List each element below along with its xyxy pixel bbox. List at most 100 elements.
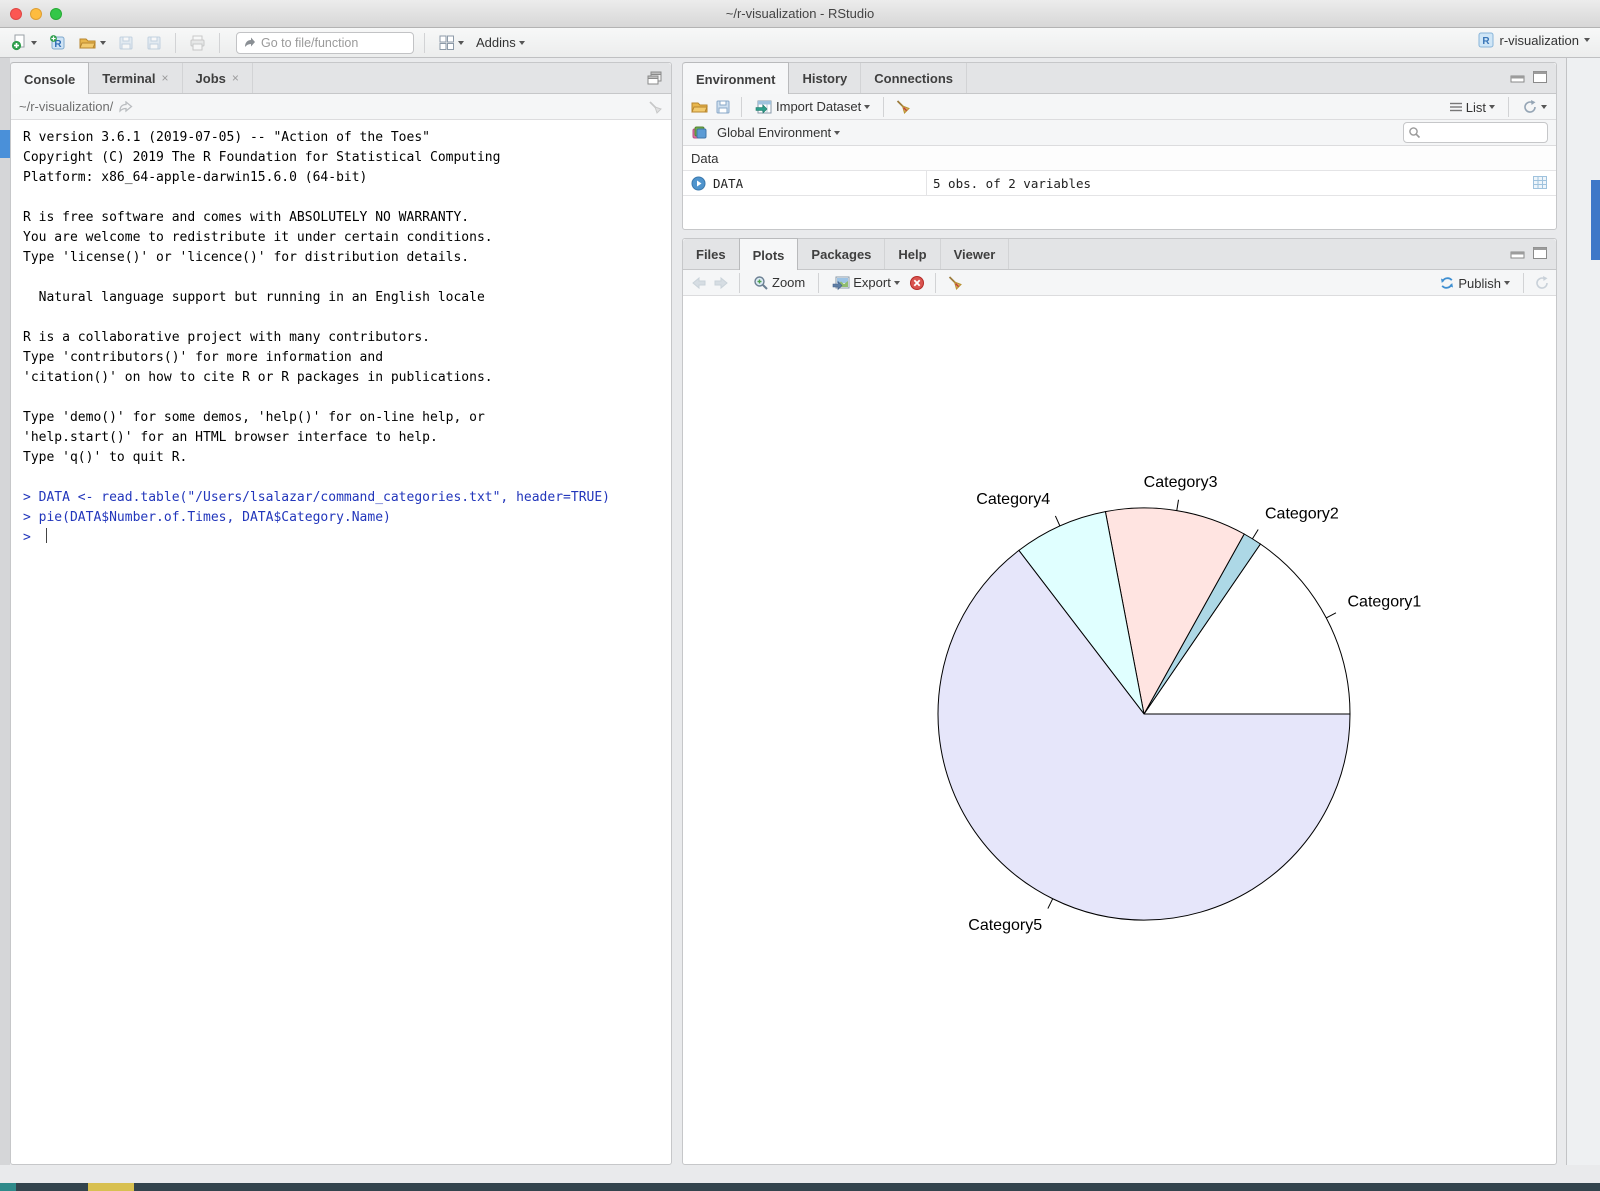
r-project-icon: R — [1477, 31, 1495, 49]
dock-item-yellow — [88, 1183, 134, 1191]
toolbar-separator — [424, 33, 425, 53]
background-window-left-edge — [0, 58, 10, 1183]
goto-file-box[interactable] — [236, 32, 414, 54]
column-divider — [926, 171, 927, 195]
console-line: R is free software and comes with ABSOLU… — [23, 208, 671, 228]
clear-console-broom-icon[interactable] — [647, 99, 663, 115]
open-file-caret-icon — [100, 41, 106, 45]
console-line — [23, 388, 671, 408]
toolbar-separator — [741, 97, 742, 117]
console-line: Type 'q()' to quit R. — [23, 448, 671, 468]
remove-plot-icon[interactable] — [909, 275, 925, 291]
new-project-button[interactable]: R — [46, 32, 70, 54]
tab-connections-label: Connections — [874, 71, 953, 86]
tab-environment[interactable]: Environment — [683, 62, 789, 94]
minimize-pane-icon[interactable] — [1510, 246, 1526, 260]
print-button[interactable] — [186, 33, 209, 53]
restore-pane-icon[interactable] — [646, 70, 663, 86]
tab-packages[interactable]: Packages — [798, 239, 885, 269]
maximize-pane-icon[interactable] — [1532, 246, 1548, 260]
tab-jobs[interactable]: Jobs × — [183, 63, 253, 93]
zoom-plot-button[interactable]: Zoom — [750, 273, 808, 293]
list-view-caret-icon — [1489, 105, 1495, 109]
addins-button[interactable]: Addins — [473, 33, 528, 52]
new-file-caret-icon — [31, 41, 37, 45]
list-view-button[interactable]: List — [1446, 98, 1498, 117]
console-pane: Console Terminal× Jobs × ~/r-visualizatio… — [10, 62, 672, 1165]
object-name: DATA — [713, 176, 743, 191]
goto-arrow-icon — [243, 36, 256, 49]
console-line: Platform: x86_64-apple-darwin15.6.0 (64-… — [23, 168, 671, 188]
clear-plots-broom-icon[interactable] — [946, 274, 963, 291]
environment-scope-label: Global Environment — [717, 125, 831, 140]
workspace-panes-button[interactable] — [435, 32, 467, 53]
environment-search-box[interactable] — [1403, 122, 1548, 143]
pie-chart: Category1Category2Category3Category4Cate… — [683, 297, 1558, 1165]
save-button[interactable] — [115, 33, 137, 53]
pie-label: Category3 — [1144, 474, 1218, 491]
tab-console[interactable]: Console — [11, 62, 89, 94]
zoom-plot-label: Zoom — [772, 275, 805, 290]
save-all-button[interactable] — [143, 33, 165, 53]
plots-tabstrip: Files Plots Packages Help Viewer — [683, 239, 1556, 270]
data-section-label: Data — [691, 151, 718, 166]
tab-jobs-label: Jobs — [196, 71, 226, 86]
object-value: 5 obs. of 2 variables — [933, 176, 1091, 191]
new-file-button[interactable] — [8, 32, 40, 53]
import-dataset-button[interactable]: Import Dataset — [752, 97, 873, 117]
environment-search-input[interactable] — [1425, 125, 1535, 140]
publish-caret-icon — [1504, 281, 1510, 285]
panes-caret-icon — [458, 41, 464, 45]
tab-files[interactable]: Files — [683, 239, 740, 269]
tab-help[interactable]: Help — [885, 239, 940, 269]
minimize-pane-icon[interactable] — [1510, 70, 1526, 84]
load-workspace-folder-icon[interactable] — [691, 99, 709, 115]
pie-label-tick — [1055, 516, 1059, 526]
console-line: 'help.start()' for an HTML browser inter… — [23, 428, 671, 448]
environment-tabstrip: Environment History Connections — [683, 63, 1556, 94]
tab-files-label: Files — [696, 247, 726, 262]
tab-connections[interactable]: Connections — [861, 63, 967, 93]
tab-plots-label: Plots — [753, 248, 785, 263]
toolbar-separator — [739, 273, 740, 293]
environment-scope-button[interactable]: Global Environment — [714, 123, 843, 142]
environment-scope-caret-icon — [834, 131, 840, 135]
view-table-icon[interactable] — [1532, 175, 1548, 190]
goto-directory-icon[interactable] — [119, 101, 133, 113]
object-expand-icon[interactable] — [691, 176, 706, 191]
previous-plot-arrow-icon[interactable] — [691, 276, 707, 290]
refresh-plot-icon[interactable] — [1534, 275, 1550, 291]
dock-item-teal — [0, 1183, 16, 1191]
pie-label: Category5 — [968, 917, 1042, 934]
global-environment-icon — [691, 124, 708, 141]
open-file-button[interactable] — [76, 33, 109, 53]
pie-label-tick — [1177, 500, 1179, 511]
addins-caret-icon — [519, 41, 525, 45]
list-lines-icon — [1449, 101, 1463, 113]
tab-plots[interactable]: Plots — [739, 238, 799, 270]
environment-scope-row: Global Environment — [683, 120, 1556, 146]
plots-pane: Files Plots Packages Help Viewer Zoom Ex… — [682, 238, 1557, 1165]
console-output[interactable]: R version 3.6.1 (2019-07-05) -- "Action … — [11, 120, 671, 548]
save-workspace-icon[interactable] — [715, 99, 731, 115]
console-line: Type 'demo()' for some demos, 'help()' f… — [23, 408, 671, 428]
goto-file-input[interactable] — [261, 36, 401, 50]
clear-environment-broom-icon[interactable] — [894, 98, 911, 115]
next-plot-arrow-icon[interactable] — [713, 276, 729, 290]
close-tab-icon[interactable]: × — [162, 71, 169, 85]
console-line: Type 'contributors()' for more informati… — [23, 348, 671, 368]
tab-viewer[interactable]: Viewer — [941, 239, 1010, 269]
console-line: R version 3.6.1 (2019-07-05) -- "Action … — [23, 128, 671, 148]
refresh-environment-button[interactable] — [1519, 97, 1550, 117]
environment-object-row[interactable]: DATA 5 obs. of 2 variables — [683, 171, 1556, 196]
close-tab-icon[interactable]: × — [232, 71, 239, 85]
console-line — [23, 468, 671, 488]
project-menu-button[interactable]: R r-visualization — [1477, 31, 1590, 49]
tab-terminal[interactable]: Terminal× — [89, 63, 182, 93]
publish-plot-button[interactable]: Publish — [1436, 273, 1513, 293]
export-plot-button[interactable]: Export — [829, 273, 903, 293]
tab-history[interactable]: History — [789, 63, 861, 93]
working-directory: ~/r-visualization/ — [19, 99, 113, 114]
maximize-pane-icon[interactable] — [1532, 70, 1548, 84]
environment-toolbar: Import Dataset List — [683, 94, 1556, 120]
